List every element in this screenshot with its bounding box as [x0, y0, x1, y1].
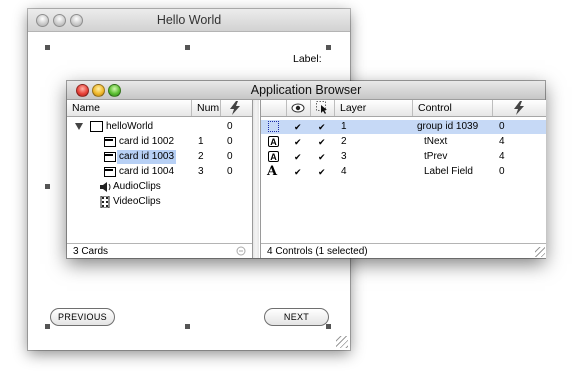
script-count: 4	[499, 136, 505, 147]
pane-splitter[interactable]	[253, 100, 259, 258]
column-type[interactable]	[261, 100, 287, 116]
control-name: tPrev	[424, 151, 448, 162]
selection-handle[interactable]	[45, 184, 50, 189]
next-button[interactable]: NEXT	[264, 308, 329, 326]
hello-world-titlebar[interactable]: Hello World	[28, 9, 350, 32]
tree-row[interactable]: card id 1004 3 0	[67, 165, 252, 179]
visible-checkmark[interactable]: ✔	[294, 135, 302, 149]
control-row[interactable]: A ✔ ✔ 2 tNext 4	[261, 135, 546, 149]
stack-icon	[90, 121, 103, 132]
script-count: 0	[499, 166, 505, 177]
visible-checkmark[interactable]: ✔	[294, 120, 302, 134]
tree-item-label: AudioClips	[113, 181, 161, 192]
tree-row[interactable]: AudioClips	[67, 180, 252, 194]
selectable-checkmark[interactable]: ✔	[318, 120, 326, 134]
script-count: 4	[499, 151, 505, 162]
lightning-icon	[230, 101, 240, 115]
tree-row[interactable]: VideoClips	[67, 195, 252, 209]
selection-handle[interactable]	[185, 45, 190, 50]
selectable-checkmark[interactable]: ✔	[318, 150, 326, 164]
control-row[interactable]: A ✔ ✔ 3 tPrev 4	[261, 150, 546, 164]
control-row-selected[interactable]: ✔ ✔ 1 group id 1039 0	[261, 120, 546, 134]
lightning-icon	[514, 101, 524, 115]
selectable-checkmark[interactable]: ✔	[318, 165, 326, 179]
previous-button[interactable]: PREVIOUS	[50, 308, 115, 326]
controls-status-bar: 4 Controls (1 selected)	[261, 243, 546, 258]
card-count-status: 3 Cards	[73, 246, 109, 257]
selection-handle[interactable]	[45, 324, 50, 329]
visible-checkmark[interactable]: ✔	[294, 150, 302, 164]
group-icon	[268, 121, 279, 132]
control-row[interactable]: A ✔ ✔ 4 Label Field 0	[261, 165, 546, 179]
button-icon: A	[268, 151, 279, 162]
selectable-checkmark[interactable]: ✔	[318, 135, 326, 149]
column-visible[interactable]	[287, 100, 311, 116]
control-name: group id 1039	[417, 121, 479, 132]
button-icon: A	[268, 136, 279, 147]
script-count: 0	[227, 166, 233, 177]
layer-number: 1	[341, 121, 347, 132]
video-icon	[100, 196, 110, 208]
column-script-count[interactable]	[221, 100, 252, 116]
card-icon	[104, 167, 116, 177]
cursor-icon	[316, 101, 327, 114]
script-count: 0	[227, 151, 233, 162]
disclosure-triangle-icon[interactable]	[75, 123, 83, 130]
selection-handle[interactable]	[326, 45, 331, 50]
selection-handle[interactable]	[185, 324, 190, 329]
controls-list-pane: Layer Control ✔ ✔ 1 group id 1039 0 A ✔ …	[260, 100, 546, 258]
resize-grip[interactable]	[535, 247, 545, 257]
window-title: Application Browser	[250, 83, 362, 97]
script-count: 0	[227, 136, 233, 147]
object-tree-pane: Name Num helloWorld 0 card id 1002 1 0 c…	[67, 100, 253, 258]
script-count: 0	[499, 121, 505, 132]
tree-item-label: card id 1002	[119, 136, 175, 147]
application-browser-titlebar[interactable]: Application Browser	[67, 81, 545, 100]
column-script-count[interactable]	[493, 100, 546, 116]
resize-grip[interactable]	[336, 336, 348, 348]
script-count: 0	[227, 121, 233, 132]
tree-row[interactable]: helloWorld 0	[67, 120, 252, 134]
tree-status-bar: 3 Cards	[67, 243, 252, 258]
layer-number: 3	[341, 151, 347, 162]
selection-handle[interactable]	[45, 45, 50, 50]
column-selectable[interactable]	[311, 100, 335, 116]
column-num[interactable]: Num	[192, 100, 221, 116]
tree-row-selected[interactable]: card id 1003 2 0	[67, 150, 252, 164]
card-icon	[104, 137, 116, 147]
eye-icon	[291, 103, 305, 113]
tree-item-label: card id 1004	[119, 166, 175, 177]
refresh-icon[interactable]	[236, 246, 246, 256]
card-number: 2	[198, 151, 204, 162]
column-layer[interactable]: Layer	[335, 100, 413, 116]
tree-item-label: helloWorld	[106, 121, 154, 132]
card-icon	[104, 152, 116, 162]
tree-row[interactable]: card id 1002 1 0	[67, 135, 252, 149]
controls-count-status: 4 Controls (1 selected)	[267, 246, 368, 257]
tree-item-label: VideoClips	[113, 196, 161, 207]
audio-icon	[100, 182, 111, 192]
layer-number: 4	[341, 166, 347, 177]
selection-handle[interactable]	[326, 324, 331, 329]
card-number: 1	[198, 136, 204, 147]
visible-checkmark[interactable]: ✔	[294, 165, 302, 179]
column-control[interactable]: Control	[413, 100, 493, 116]
control-name: tNext	[424, 136, 448, 147]
tree-column-header: Name Num	[67, 100, 252, 117]
field-icon: A	[267, 164, 278, 179]
control-name: Label Field	[424, 166, 473, 177]
column-name[interactable]: Name	[67, 100, 192, 116]
controls-column-header: Layer Control	[261, 100, 546, 117]
card-number: 3	[198, 166, 204, 177]
window-title: Hello World	[156, 13, 222, 27]
application-browser-window: Application Browser Name Num helloWorld …	[67, 81, 546, 258]
tree-item-label: card id 1003	[117, 150, 177, 164]
label-field: Label:	[293, 53, 322, 65]
layer-number: 2	[341, 136, 347, 147]
